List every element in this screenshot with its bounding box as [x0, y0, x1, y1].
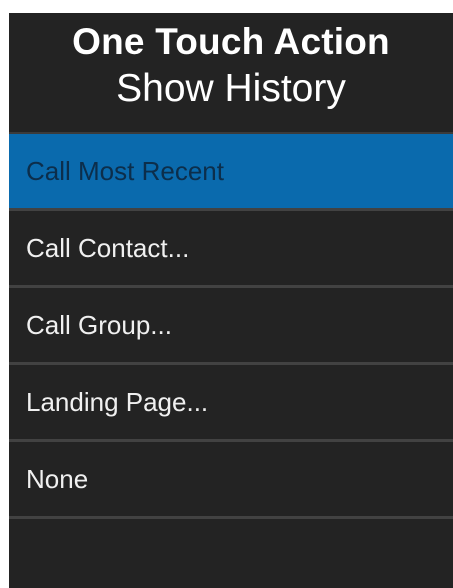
screen-title: One Touch Action — [72, 21, 390, 62]
menu-item-label: Landing Page... — [26, 386, 209, 417]
menu-item-label: Call Contact... — [26, 232, 190, 263]
device-screen: One Touch Action Show History Call Most … — [9, 13, 453, 588]
screen-header: One Touch Action Show History — [9, 13, 453, 132]
menu-item-label: Call Most Recent — [26, 155, 224, 186]
screen-subtitle: Show History — [116, 67, 346, 110]
menu-item-call-contact[interactable]: Call Contact... — [9, 211, 453, 285]
option-menu: Call Most Recent Call Contact... Call Gr… — [9, 134, 453, 519]
menu-item-label: Call Group... — [26, 309, 172, 340]
menu-item-call-most-recent[interactable]: Call Most Recent — [9, 134, 453, 208]
menu-item-call-group[interactable]: Call Group... — [9, 288, 453, 362]
menu-separator — [9, 516, 453, 519]
menu-item-landing-page[interactable]: Landing Page... — [9, 365, 453, 439]
menu-item-none[interactable]: None — [9, 442, 453, 516]
menu-item-label: None — [26, 463, 89, 494]
